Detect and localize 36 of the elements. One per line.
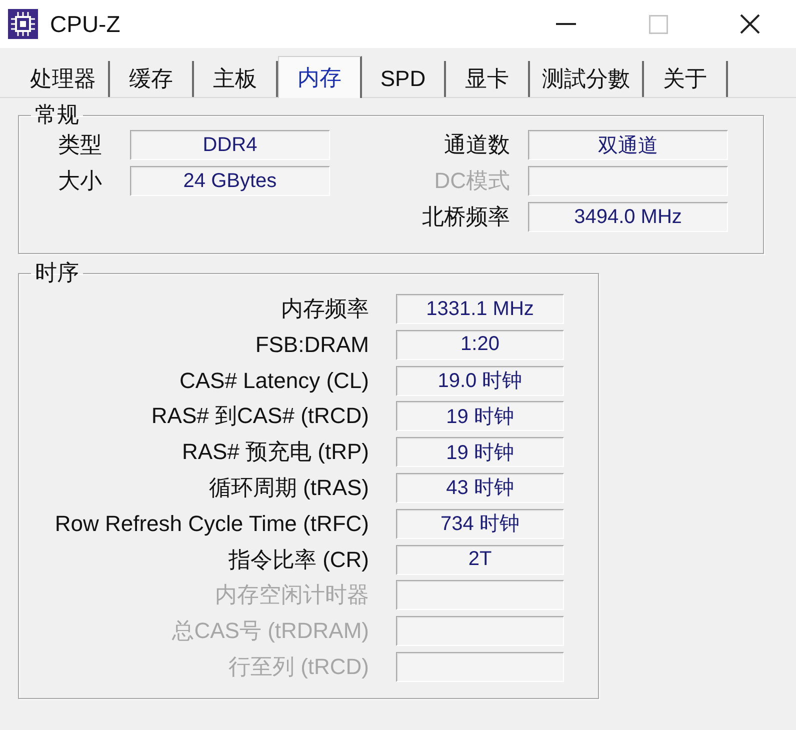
field-value: 19 时钟 (446, 440, 514, 466)
field-label: 北桥频率 (421, 203, 510, 231)
window-title: CPU-Z (50, 10, 122, 38)
field-label: RAS# 预充电 (tRP) (180, 438, 369, 466)
field-value: 双通道 (598, 134, 658, 158)
field-value: 19.0 时钟 (438, 369, 522, 394)
field-label: 循环周期 (tRAS) (208, 474, 369, 502)
field-label: CAS# Latency (CL) (178, 366, 369, 395)
field-value: 24 GBytes (183, 170, 277, 192)
field-label: 类型 (58, 131, 103, 159)
field-label: RAS# 到CAS# (tRCD) (150, 402, 369, 430)
minimize-icon (556, 23, 576, 25)
field-value: 2T (468, 548, 492, 572)
field-label: 大小 (58, 167, 103, 195)
field-label: 通道数 (443, 131, 510, 159)
field-value: 43 时钟 (446, 476, 514, 502)
field-value: DDR4 (202, 134, 258, 156)
field-value: 1331.1 MHz (426, 298, 534, 320)
maximize-icon (648, 14, 668, 34)
field-label: DC模式 (433, 167, 510, 195)
close-icon (740, 14, 760, 34)
field-value: 3494.0 MHz (574, 206, 682, 228)
tab[interactable]: 内存 (278, 56, 362, 98)
chip-app-icon (8, 9, 38, 39)
field-label: 总CAS号 (tRDRAM) (171, 617, 369, 646)
field-label: 指令比率 (CR) (227, 546, 369, 574)
field-label: 内存空闲计时器 (214, 581, 369, 610)
field-value: 19 时钟 (446, 404, 514, 430)
field-value: 1:20 (460, 333, 500, 356)
field-label: Row Refresh Cycle Time (tRFC) (54, 510, 369, 538)
field-label: 行至列 (tRCD) (227, 652, 369, 681)
field-label: 内存频率 (280, 295, 369, 323)
field-value: 734 时钟 (440, 512, 520, 538)
group-title: 时序 (34, 260, 80, 286)
group-title: 常规 (34, 102, 80, 128)
field-label: FSB:DRAM (254, 330, 369, 359)
